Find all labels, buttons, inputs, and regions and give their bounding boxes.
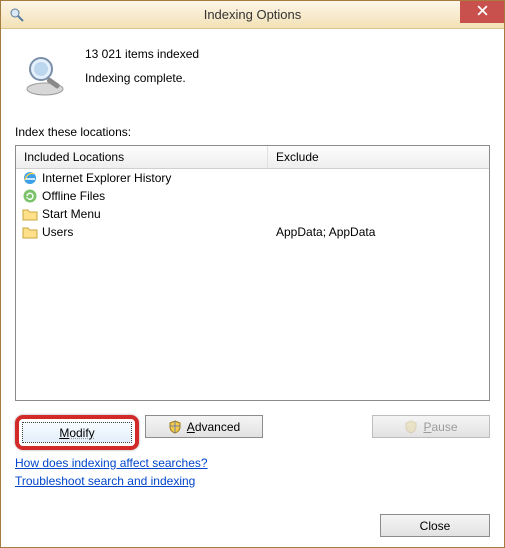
table-row[interactable]: Start Menu	[16, 205, 489, 223]
magnifier-icon	[21, 51, 69, 99]
table-row[interactable]: Offline Files	[16, 187, 489, 205]
footer: Close	[15, 500, 490, 537]
shield-icon	[404, 420, 418, 434]
exclude-value: AppData; AppData	[276, 225, 375, 239]
locations-label: Index these locations:	[15, 125, 490, 139]
modify-button[interactable]: Modify	[22, 422, 132, 443]
list-header: Included Locations Exclude	[16, 146, 489, 169]
location-name: Start Menu	[42, 207, 101, 221]
ie-icon	[22, 170, 38, 186]
table-row[interactable]: Users AppData; AppData	[16, 223, 489, 241]
shield-icon	[168, 420, 182, 434]
window-title: Indexing Options	[1, 7, 504, 22]
action-button-row: Modify Advanced Pause	[15, 415, 490, 450]
modify-highlight: Modify	[15, 415, 139, 450]
location-name: Users	[42, 225, 73, 239]
indexing-options-window: Indexing Options 13 021 items indexed In…	[0, 0, 505, 548]
titlebar: Indexing Options	[1, 1, 504, 29]
troubleshoot-link[interactable]: Troubleshoot search and indexing	[15, 474, 195, 488]
how-indexing-link[interactable]: How does indexing affect searches?	[15, 456, 208, 470]
folder-icon	[22, 206, 38, 222]
pause-button: Pause	[372, 415, 490, 438]
close-button[interactable]: Close	[380, 514, 490, 537]
sync-icon	[22, 188, 38, 204]
content-area: 13 021 items indexed Indexing complete. …	[1, 29, 504, 547]
help-links: How does indexing affect searches? Troub…	[15, 456, 490, 488]
list-body: Internet Explorer History Offline Files St…	[16, 169, 489, 400]
close-window-button[interactable]	[460, 1, 504, 23]
location-name: Internet Explorer History	[42, 171, 171, 185]
column-included[interactable]: Included Locations	[16, 146, 268, 168]
indexing-app-icon	[9, 7, 25, 23]
status-header: 13 021 items indexed Indexing complete.	[15, 45, 490, 99]
indexing-state: Indexing complete.	[85, 71, 199, 85]
folder-icon	[22, 224, 38, 240]
location-name: Offline Files	[42, 189, 105, 203]
items-indexed-count: 13 021 items indexed	[85, 47, 199, 61]
column-exclude[interactable]: Exclude	[268, 146, 489, 168]
close-icon	[477, 4, 488, 19]
table-row[interactable]: Internet Explorer History	[16, 169, 489, 187]
locations-list[interactable]: Included Locations Exclude Internet Expl…	[15, 145, 490, 401]
advanced-button[interactable]: Advanced	[145, 415, 263, 438]
